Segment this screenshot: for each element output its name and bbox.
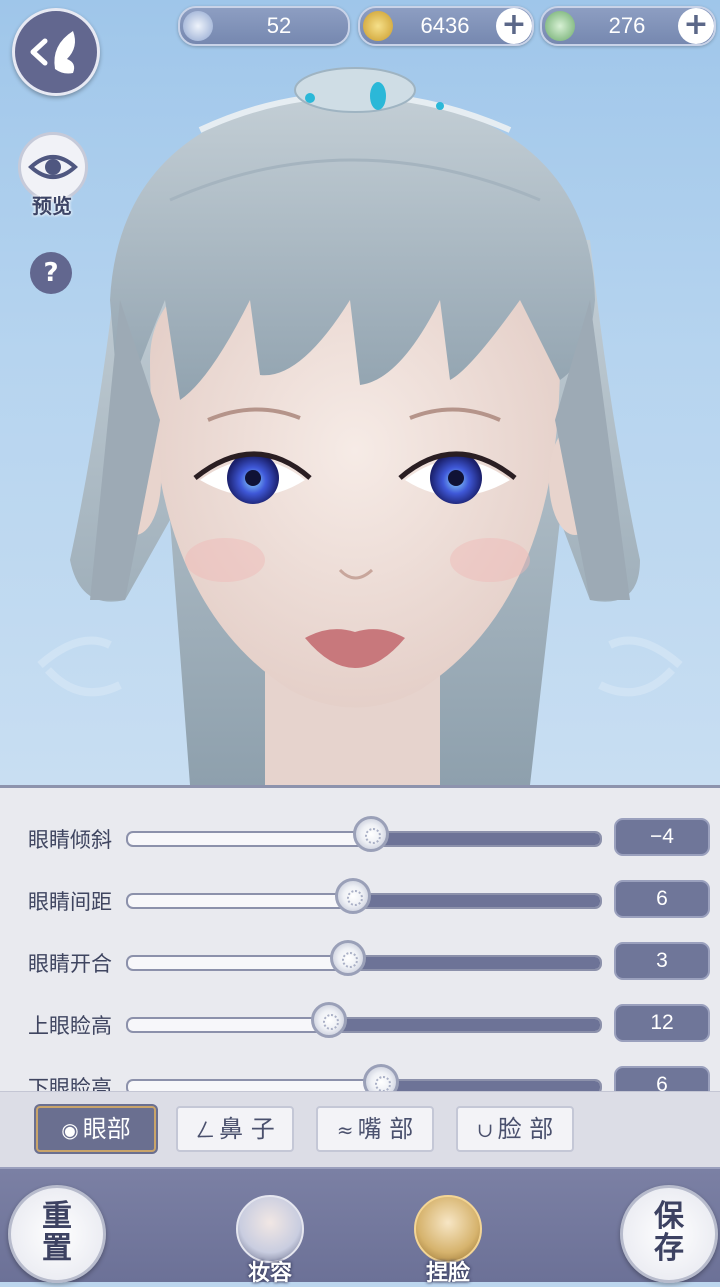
tab-label: 脸 部	[497, 1115, 554, 1143]
face-sculpt-label: 捏脸	[425, 1260, 470, 1286]
save-label-1: 保	[654, 1199, 684, 1234]
tab-label: 嘴 部	[357, 1115, 414, 1143]
makeup-button[interactable]: 妆容	[232, 1189, 308, 1286]
slider-knob[interactable]	[329, 940, 366, 976]
save-label-2: 存	[654, 1231, 684, 1266]
face-sculpt-avatar-icon	[414, 1195, 482, 1263]
makeup-label: 妆容	[247, 1260, 292, 1286]
slider-knob[interactable]	[334, 878, 371, 914]
slider-row: 眼睛开合 3	[0, 940, 720, 982]
jade-currency: 52	[178, 6, 350, 46]
slider-value[interactable]: −4	[614, 818, 710, 856]
slider-value[interactable]: 3	[614, 942, 710, 980]
butterfly-back-icon	[30, 31, 75, 74]
slider-label: 眼睛倾斜	[28, 828, 112, 852]
slider-track[interactable]	[126, 1017, 602, 1033]
fish-currency-icon	[545, 11, 575, 41]
makeup-avatar-icon	[236, 1195, 304, 1263]
eye-icon: ◉	[61, 1118, 79, 1142]
add-fish-currency-button[interactable]: +	[678, 8, 714, 44]
slider-row: 下眼睑高 6	[0, 1064, 720, 1094]
reset-label-1: 重	[42, 1199, 72, 1234]
rotate-left-arrow-icon	[37, 636, 122, 697]
slider-row: 眼睛倾斜 −4	[0, 816, 720, 858]
preview-label: 预览	[32, 194, 72, 218]
back-button[interactable]	[12, 8, 100, 96]
category-tabs: ◉ 眼部 ㄥ鼻 子 ≈ 嘴 部 ∪ 脸 部	[0, 1091, 720, 1168]
coin-currency: 6436 +	[358, 6, 534, 46]
slider-label: 眼睛开合	[28, 952, 112, 976]
face-shape-icon: ∪	[476, 1118, 494, 1142]
tab-label: 鼻 子	[219, 1115, 275, 1143]
coin-currency-value: 6436	[420, 13, 470, 38]
coin-currency-icon	[363, 11, 393, 41]
jade-currency-value: 52	[266, 13, 292, 38]
fish-currency: 276 +	[540, 6, 716, 46]
bottom-bar: 重 置 妆容 捏脸 保 存	[0, 1167, 720, 1286]
tab-label: 眼部	[82, 1115, 131, 1143]
tab-face[interactable]: ∪ 脸 部	[456, 1106, 574, 1152]
fish-currency-value: 276	[608, 13, 646, 38]
slider-value[interactable]: 6	[614, 1066, 710, 1094]
slider-label: 上眼睑高	[28, 1014, 112, 1038]
lips-icon: ≈	[336, 1118, 354, 1142]
slider-value[interactable]: 6	[614, 880, 710, 918]
character-preview[interactable]	[0, 0, 720, 785]
tab-nose[interactable]: ㄥ鼻 子	[176, 1106, 294, 1152]
add-coin-button[interactable]: +	[496, 8, 532, 44]
tab-mouth[interactable]: ≈ 嘴 部	[316, 1106, 434, 1152]
face-sculpt-button[interactable]: 捏脸	[410, 1189, 486, 1286]
tab-eyes[interactable]: ◉ 眼部	[36, 1106, 156, 1152]
slider-label: 眼睛间距	[28, 890, 112, 914]
reset-label-2: 置	[42, 1231, 72, 1266]
save-button[interactable]: 保 存	[620, 1185, 718, 1283]
slider-row: 上眼睑高 12	[0, 1002, 720, 1044]
jade-currency-icon	[183, 11, 213, 41]
slider-knob[interactable]	[310, 1002, 347, 1038]
character-portrait	[37, 67, 683, 785]
slider-panel: 眼睛倾斜 −4 眼睛间距 6 眼睛开合 3 上眼睑高 12 下眼睑高 6	[0, 785, 720, 1094]
slider-knob[interactable]	[362, 1064, 399, 1094]
slider-value[interactable]: 12	[614, 1004, 710, 1042]
reset-button[interactable]: 重 置	[8, 1185, 106, 1283]
rotate-right-arrow-icon	[598, 636, 683, 697]
nose-icon: ㄥ	[195, 1118, 216, 1142]
preview-button[interactable]: 预览	[16, 132, 88, 218]
slider-row: 眼睛间距 6	[0, 878, 720, 920]
help-button[interactable]: ?	[30, 252, 72, 294]
